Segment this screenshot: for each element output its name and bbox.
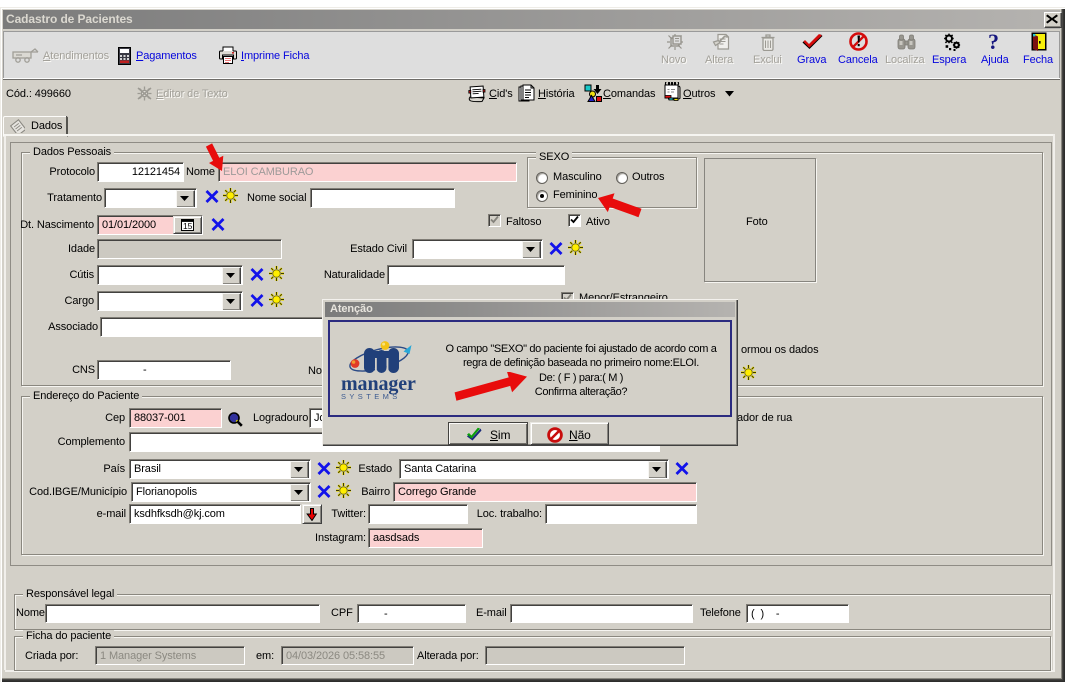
- svg-text:15: 15: [183, 221, 193, 231]
- svg-text:SYSTEMS: SYSTEMS: [341, 392, 401, 400]
